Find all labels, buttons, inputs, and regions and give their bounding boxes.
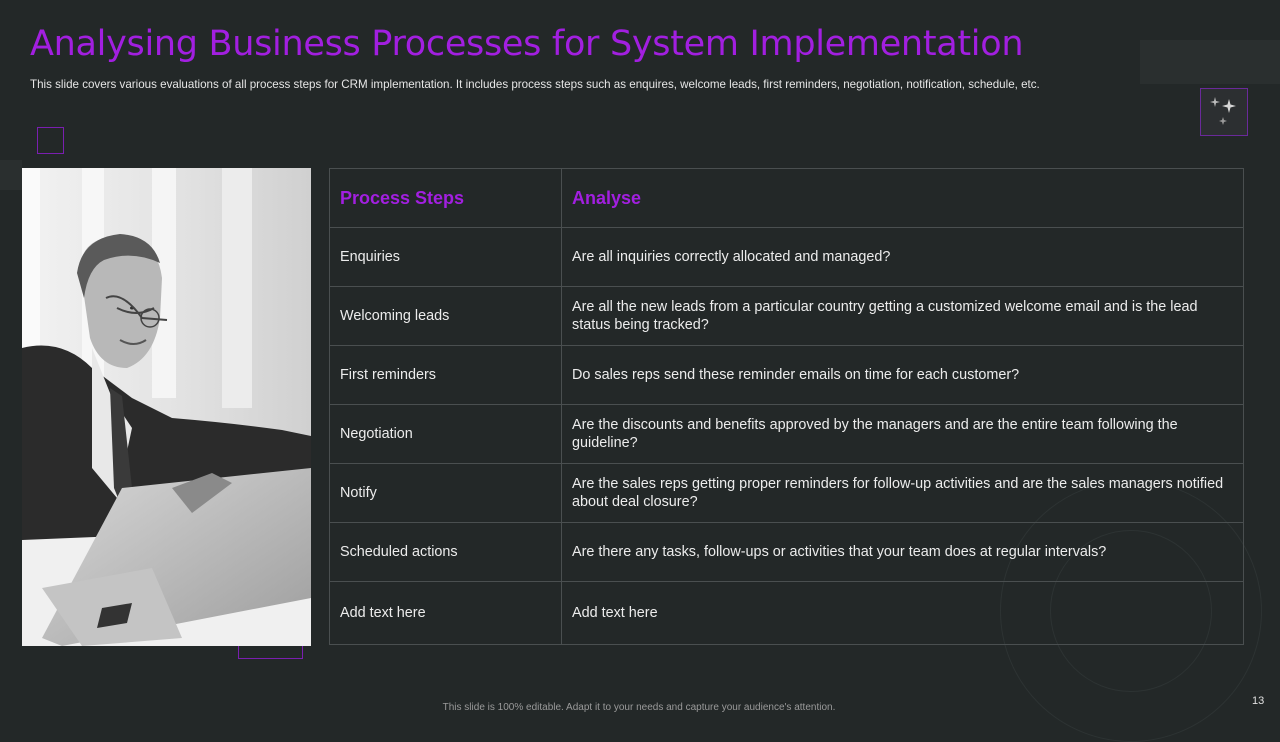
table-row: Scheduled actions Are there any tasks, f… bbox=[329, 522, 1244, 582]
table-row: Add text here Add text here bbox=[329, 581, 1244, 645]
slide-title: Analysing Business Processes for System … bbox=[30, 24, 1024, 64]
analyse-cell: Are the sales reps getting proper remind… bbox=[561, 463, 1244, 523]
table-row: First reminders Do sales reps send these… bbox=[329, 345, 1244, 405]
analyse-cell: Do sales reps send these reminder emails… bbox=[561, 345, 1244, 405]
table-row: Negotiation Are the discounts and benefi… bbox=[329, 404, 1244, 464]
analyse-cell: Are the discounts and benefits approved … bbox=[561, 404, 1244, 464]
header-analyse: Analyse bbox=[561, 168, 1244, 228]
process-step-cell: First reminders bbox=[329, 345, 562, 405]
process-step-cell: Welcoming leads bbox=[329, 286, 562, 346]
analyse-cell: Are all inquiries correctly allocated an… bbox=[561, 227, 1244, 287]
process-step-cell: Notify bbox=[329, 463, 562, 523]
analyse-cell[interactable]: Add text here bbox=[561, 581, 1244, 645]
analyse-cell: Are all the new leads from a particular … bbox=[561, 286, 1244, 346]
footer-text: This slide is 100% editable. Adapt it to… bbox=[442, 702, 836, 713]
background-band-left bbox=[0, 160, 22, 190]
table-row: Enquiries Are all inquiries correctly al… bbox=[329, 227, 1244, 287]
table-header-row: Process Steps Analyse bbox=[329, 168, 1244, 228]
page-number: 13 bbox=[1252, 695, 1265, 707]
table-row: Welcoming leads Are all the new leads fr… bbox=[329, 286, 1244, 346]
analyse-cell: Are there any tasks, follow-ups or activ… bbox=[561, 522, 1244, 582]
businessman-laptop-photo bbox=[22, 168, 311, 646]
footer-note: This slide is 100% editable. Adapt it to… bbox=[0, 702, 1280, 713]
background-band-right bbox=[1140, 40, 1280, 84]
process-step-cell: Scheduled actions bbox=[329, 522, 562, 582]
process-step-cell: Negotiation bbox=[329, 404, 562, 464]
decorative-square bbox=[37, 127, 64, 154]
table-row: Notify Are the sales reps getting proper… bbox=[329, 463, 1244, 523]
process-analysis-table: Process Steps Analyse Enquiries Are all … bbox=[329, 168, 1244, 645]
slide-subtitle: This slide covers various evaluations of… bbox=[30, 78, 1040, 91]
sparkle-icon bbox=[1200, 88, 1248, 136]
header-process-steps: Process Steps bbox=[329, 168, 562, 228]
process-step-cell[interactable]: Add text here bbox=[329, 581, 562, 645]
process-step-cell: Enquiries bbox=[329, 227, 562, 287]
